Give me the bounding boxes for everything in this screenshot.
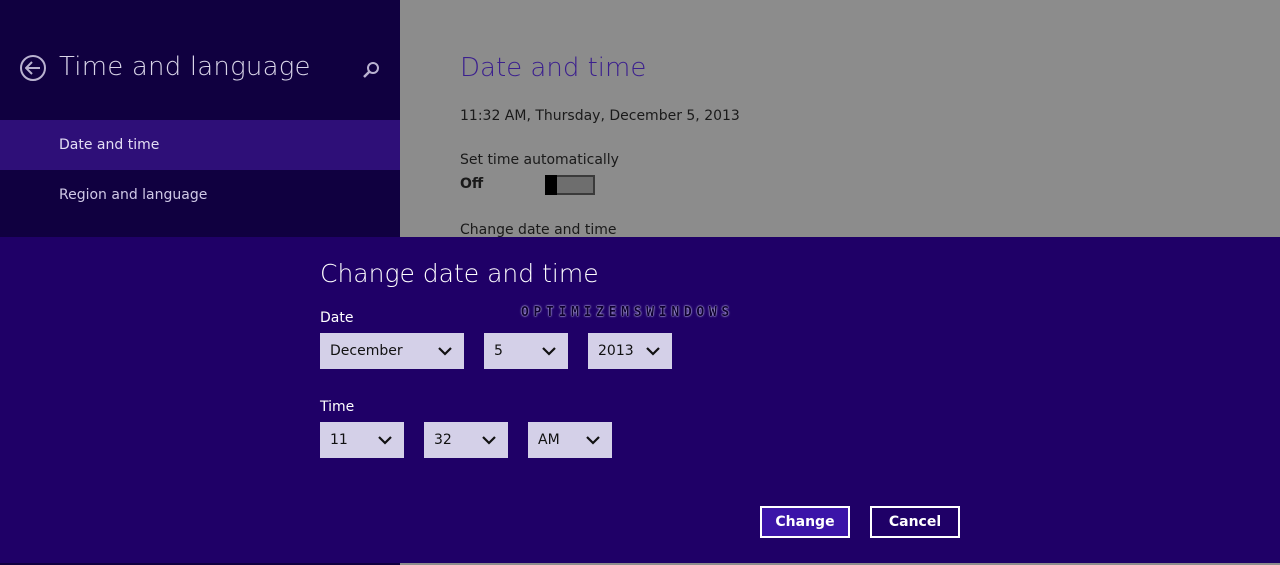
sidebar-item-region-and-language[interactable]: Region and language: [0, 170, 400, 220]
set-time-automatically-toggle[interactable]: [545, 175, 595, 195]
day-value: 5: [494, 343, 503, 359]
hour-select[interactable]: 11: [320, 422, 404, 458]
watermark-text: OPTIMIZEMSWINDOWS: [521, 305, 734, 320]
cancel-button[interactable]: Cancel: [870, 506, 960, 538]
chevron-down-icon: [482, 436, 496, 445]
change-date-time-label: Change date and time: [460, 222, 617, 238]
change-button[interactable]: Change: [760, 506, 850, 538]
back-arrow-icon: [25, 61, 40, 75]
minute-select[interactable]: 32: [424, 422, 508, 458]
sidebar-item-label: Region and language: [59, 187, 208, 203]
chevron-down-icon: [646, 347, 660, 356]
month-select[interactable]: December: [320, 333, 464, 369]
change-date-time-dialog: Change date and time OPTIMIZEMSWINDOWS D…: [0, 237, 1280, 563]
chevron-down-icon: [542, 347, 556, 356]
toggle-state-label: Off: [460, 176, 484, 192]
set-time-automatically-label: Set time automatically: [460, 152, 619, 168]
search-icon[interactable]: [361, 60, 381, 80]
toggle-knob: [545, 175, 557, 195]
month-value: December: [330, 343, 403, 359]
period-value: AM: [538, 432, 560, 448]
back-button[interactable]: [20, 55, 46, 81]
period-select[interactable]: AM: [528, 422, 612, 458]
sidebar-item-date-and-time[interactable]: Date and time: [0, 120, 400, 170]
hour-value: 11: [330, 432, 348, 448]
chevron-down-icon: [586, 436, 600, 445]
year-select[interactable]: 2013: [588, 333, 672, 369]
section-title: Date and time: [460, 53, 647, 83]
date-label: Date: [320, 310, 354, 326]
year-value: 2013: [598, 343, 634, 359]
chevron-down-icon: [438, 347, 452, 356]
page-title: Time and language: [59, 52, 311, 82]
time-label: Time: [320, 399, 355, 415]
current-datetime: 11:32 AM, Thursday, December 5, 2013: [460, 108, 740, 124]
day-select[interactable]: 5: [484, 333, 568, 369]
sidebar-item-label: Date and time: [59, 137, 160, 153]
dialog-title: Change date and time: [320, 259, 599, 288]
chevron-down-icon: [378, 436, 392, 445]
minute-value: 32: [434, 432, 452, 448]
